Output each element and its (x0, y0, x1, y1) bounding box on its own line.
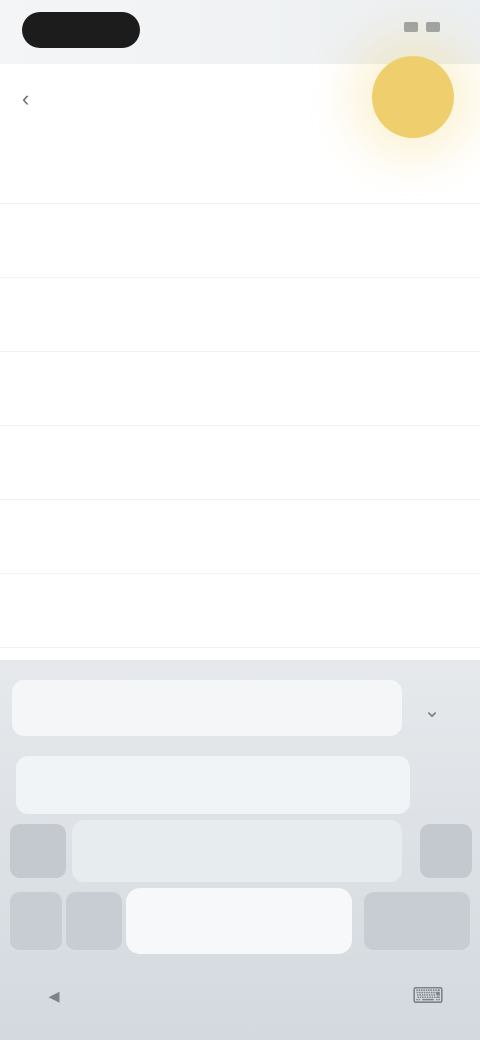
status-bar (0, 0, 480, 64)
status-pill (22, 12, 140, 48)
list-item[interactable] (0, 204, 480, 278)
list-item[interactable] (0, 574, 480, 648)
backspace-key[interactable] (420, 824, 472, 878)
keyboard-row[interactable] (72, 820, 402, 882)
list-item[interactable] (0, 278, 480, 352)
list-item[interactable] (0, 130, 480, 204)
list-item[interactable] (0, 352, 480, 426)
battery-icon (426, 22, 440, 32)
space-key[interactable] (126, 888, 352, 954)
keyboard-row (16, 756, 410, 814)
chevron-down-icon[interactable]: ⌄ (414, 692, 450, 728)
navigation-bar: ◂ ⌨ (0, 952, 480, 1040)
back-icon[interactable]: ◂ (38, 980, 70, 1012)
content-list (0, 130, 480, 648)
list-item[interactable] (0, 426, 480, 500)
status-icons (404, 22, 440, 32)
symbols-key[interactable] (10, 892, 62, 950)
enter-key[interactable] (364, 892, 470, 950)
list-item[interactable] (0, 500, 480, 574)
back-arrow-icon[interactable]: ‹ (22, 88, 44, 110)
emoji-key[interactable] (66, 892, 122, 950)
divider (0, 647, 480, 648)
shift-key[interactable] (10, 824, 66, 878)
floating-action-button[interactable] (372, 56, 454, 138)
suggestion-bar (12, 680, 402, 736)
signal-icon (404, 22, 418, 32)
keyboard-icon[interactable]: ⌨ (412, 980, 444, 1012)
